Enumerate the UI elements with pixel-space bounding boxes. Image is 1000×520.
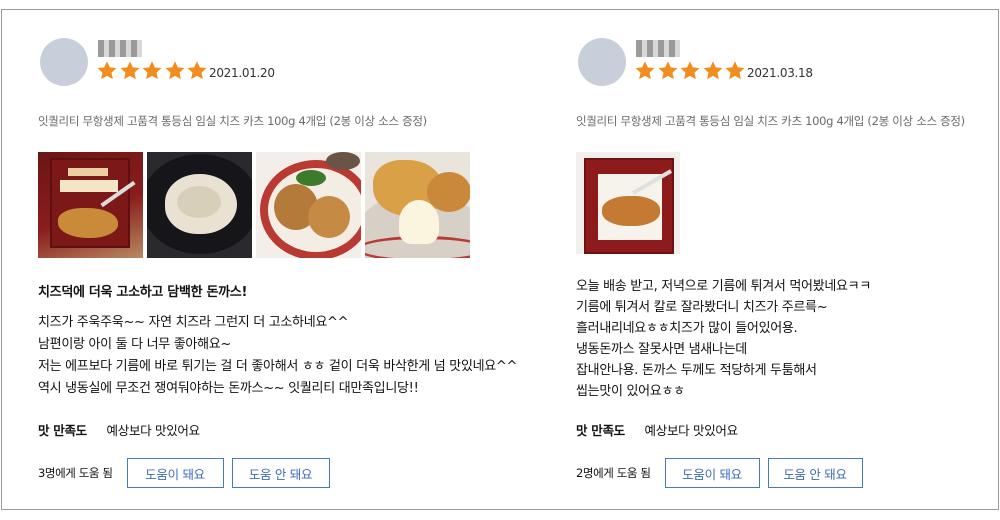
avatar [40, 38, 88, 86]
helpful-count: 3명에게 도움 됨 [38, 466, 113, 480]
rating-stars [96, 60, 209, 82]
helpful-no-button[interactable]: 도움 안 돼요 [767, 458, 863, 488]
username-blurred [98, 40, 142, 57]
review-line: 흘러내리네요ㅎㅎ치즈가 많이 들어있어용. [576, 321, 798, 336]
helpful-yes-button[interactable]: 도움이 돼요 [126, 458, 224, 488]
star-icon [187, 61, 207, 80]
helpful-count: 2명에게 도움 됨 [576, 466, 651, 480]
taste-label: 맛 만족도 [38, 423, 87, 438]
taste-value: 예상보다 맛있어요 [644, 423, 739, 438]
helpful-row: 2명에게 도움 됨 도움이 돼요 도움 안 돼요 [576, 458, 871, 488]
taste-satisfaction: 맛 만족도 예상보다 맛있어요 [38, 420, 200, 439]
taste-label: 맛 만족도 [576, 423, 625, 438]
star-icon [120, 61, 139, 80]
taste-satisfaction: 맛 만족도 예상보다 맛있어요 [576, 420, 738, 439]
helpful-row: 3명에게 도움 됨 도움이 돼요 도움 안 돼요 [38, 458, 338, 488]
reviews-panel: 2021.01.20 잇퀄리티 무항생제 고품격 통등심 임실 치즈 카츠 10… [1, 9, 999, 510]
photo-cheese-cutlet[interactable] [365, 152, 470, 258]
review-title: 치즈덕에 더욱 고소하고 담백한 돈까스! [38, 285, 248, 300]
review-date: 2021.01.20 [209, 66, 275, 80]
review-title-wrap: 치즈덕에 더욱 고소하고 담백한 돈까스! [38, 283, 247, 303]
product-name: 잇퀄리티 무항생제 고품격 통등심 임실 치즈 카츠 100g 4개입 (2봉 … [38, 114, 427, 128]
photo-package-fork[interactable] [576, 152, 680, 254]
review-line: 역시 냉동실에 무조건 쟁여둬야하는 돈까스~~ 잇퀄리티 대만족입니당!! [38, 381, 419, 396]
review-line: 씹는맛이 있어요ㅎㅎ [576, 384, 685, 399]
star-icon [725, 61, 745, 80]
review-line: 치즈가 주욱주욱~~ 자연 치즈라 그런지 더 고소하네요^^ [38, 315, 349, 330]
username-blurred [636, 40, 680, 57]
review-text: 치즈가 주욱주욱~~ 자연 치즈라 그런지 더 고소하네요^^ 남편이랑 아이 … [38, 312, 517, 400]
product-name: 잇퀄리티 무항생제 고품격 통등심 임실 치즈 카츠 100g 4개입 (2봉 … [576, 114, 965, 128]
rating-stars [634, 60, 747, 82]
helpful-no-button[interactable]: 도움 안 돼요 [231, 458, 330, 488]
review-date: 2021.03.18 [747, 66, 813, 80]
star-icon [703, 61, 722, 80]
review-header: 2021.01.20 [38, 38, 548, 90]
review-line: 저는 에프보다 기름에 바로 튀기는 걸 더 좋아해서 ㅎㅎ 겉이 더욱 바삭한… [38, 359, 518, 374]
photo-cutlet-pan[interactable] [147, 152, 252, 258]
star-icon [680, 61, 700, 80]
review-photos [576, 152, 684, 254]
review-line: 기름에 튀겨서 칼로 잘라봤더니 치즈가 주르륵~ [576, 300, 828, 315]
review-line: 잡내안나용. 돈까스 두께도 적당하게 두툼해서 [576, 363, 817, 378]
star-icon [635, 61, 655, 80]
review-line: 남편이랑 아이 둘 다 너무 좋아해요~ [38, 337, 231, 352]
star-icon [658, 61, 677, 80]
star-icon [165, 61, 184, 80]
review-header: 2021.03.18 [576, 38, 986, 90]
review-line: 냉동돈까스 잘못사면 냄새나는데 [576, 342, 747, 357]
star-icon [142, 61, 162, 80]
star-icon [97, 61, 117, 80]
helpful-yes-button[interactable]: 도움이 돼요 [664, 458, 760, 488]
taste-value: 예상보다 맛있어요 [106, 423, 201, 438]
avatar [578, 38, 626, 86]
review-line: 오늘 배송 받고, 저녁으로 기름에 튀겨서 먹어봤네요ㅋㅋ [576, 279, 872, 294]
photo-package-fork[interactable] [38, 152, 143, 258]
review-photos [38, 152, 474, 258]
review-text: 오늘 배송 받고, 저녁으로 기름에 튀겨서 먹어봤네요ㅋㅋ 기름에 튀겨서 칼… [576, 276, 871, 402]
photo-cutlets-plate[interactable] [256, 152, 361, 258]
